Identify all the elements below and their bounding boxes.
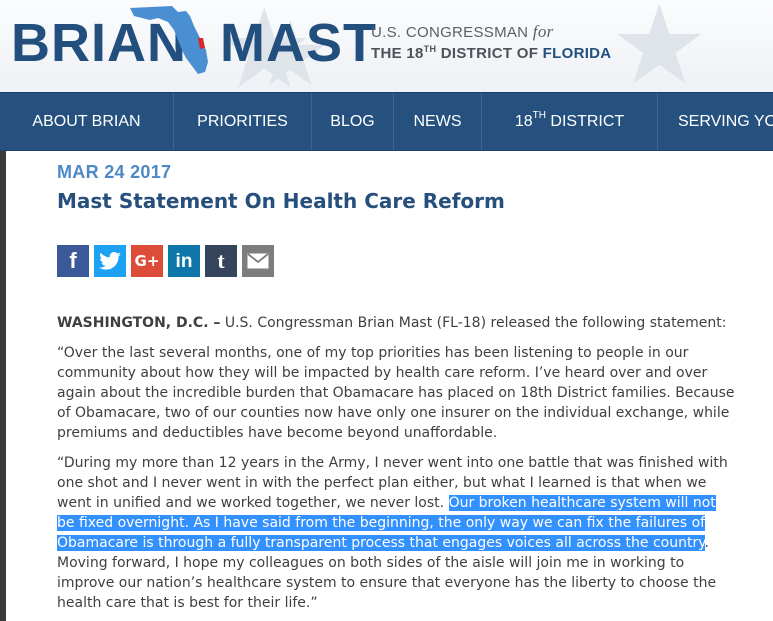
nav-item-news[interactable]: NEWS	[394, 93, 482, 150]
nav-18th-number: 18	[514, 113, 533, 130]
post-title: Mast Statement On Health Care Reform	[57, 189, 505, 213]
site-header: ★ ★ ★ BRIAN MAST U.S. CONGRESSMAN for TH…	[0, 0, 773, 92]
email-share-button[interactable]	[242, 245, 274, 277]
tagline-for: for	[532, 22, 554, 41]
intro-paragraph: WASHINGTON, D.C. – U.S. Congressman Bria…	[57, 313, 737, 333]
nav-18th-label: DISTRICT	[545, 113, 625, 130]
google-plus-share-button[interactable]: G+	[131, 245, 163, 277]
main-nav: ABOUT BRIAN PRIORITIES BLOG NEWS 18TH DI…	[0, 92, 773, 151]
twitter-icon	[99, 252, 121, 270]
tagline-the: THE 18	[371, 45, 424, 62]
email-icon	[247, 253, 269, 269]
tumblr-icon: t	[217, 248, 225, 273]
facebook-icon: f	[69, 248, 77, 273]
dateline: WASHINGTON, D.C. –	[57, 315, 221, 331]
intro-text: U.S. Congressman Brian Mast (FL-18) rele…	[220, 315, 727, 331]
tagline: U.S. CONGRESSMAN for THE 18TH DISTRICT O…	[371, 22, 611, 62]
twitter-share-button[interactable]	[94, 245, 126, 277]
nav-item-priorities[interactable]: PRIORITIES	[174, 93, 312, 150]
nav-18th-ordinal: TH	[532, 110, 546, 121]
tagline-ordinal: TH	[423, 44, 437, 54]
post-body: WASHINGTON, D.C. – U.S. Congressman Bria…	[57, 313, 737, 621]
left-edge-strip	[0, 151, 6, 621]
tumblr-share-button[interactable]: t	[205, 245, 237, 277]
share-bar: f G+ in t	[57, 245, 274, 277]
tagline-title: U.S. CONGRESSMAN	[371, 24, 529, 41]
star-decoration: ★	[610, 0, 709, 92]
nav-item-blog[interactable]: BLOG	[312, 93, 394, 150]
tagline-district: DISTRICT OF	[436, 45, 543, 62]
linkedin-share-button[interactable]: in	[168, 245, 200, 277]
quote-paragraph-2: “During my more than 12 years in the Arm…	[57, 453, 737, 613]
tagline-state: FLORIDA	[542, 45, 612, 62]
nav-item-serving-you[interactable]: SERVING YOU	[658, 93, 773, 150]
facebook-share-button[interactable]: f	[57, 245, 89, 277]
linkedin-icon: in	[175, 250, 193, 272]
florida-state-icon	[130, 6, 208, 74]
nav-item-about-brian[interactable]: ABOUT BRIAN	[0, 93, 174, 150]
logo-last-name[interactable]: MAST	[220, 11, 377, 75]
quote-paragraph-1: “Over the last several months, one of my…	[57, 345, 735, 441]
nav-item-18th-district[interactable]: 18TH DISTRICT	[482, 93, 658, 150]
google-plus-icon: G+	[134, 251, 160, 270]
post-date: MAR 24 2017	[57, 162, 172, 182]
